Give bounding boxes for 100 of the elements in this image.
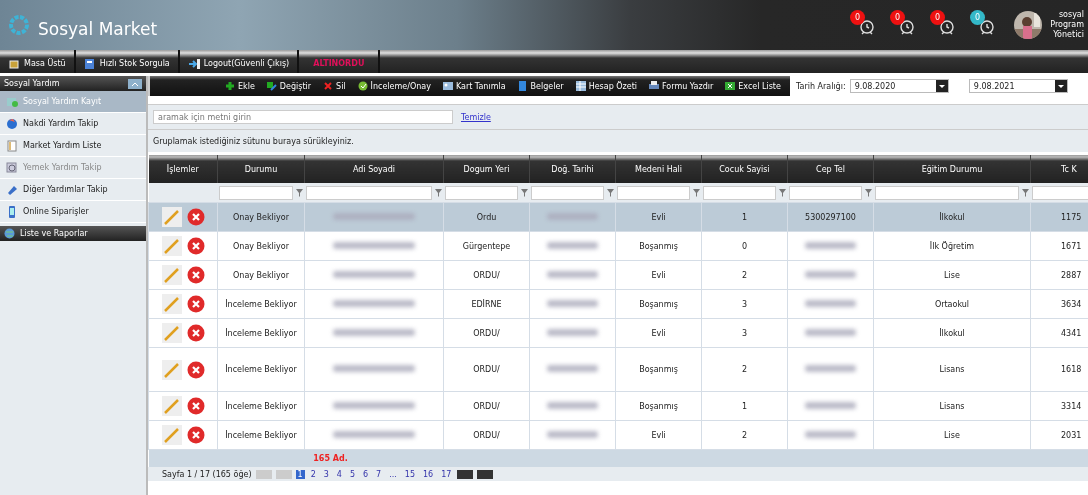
column-header[interactable]: Doğ. Tarihi <box>529 155 616 183</box>
filter-field[interactable] <box>218 185 293 200</box>
alarm-clock-icon[interactable] <box>978 18 996 36</box>
edit-button[interactable] <box>161 359 182 380</box>
toolbar-button[interactable]: Değiştir <box>261 81 317 91</box>
table-row[interactable]: İnceleme Bekliyor ORDU/ Evli 3 İlkokul 4341 <box>148 318 1088 348</box>
edit-button[interactable] <box>161 265 182 285</box>
table-cell: ORDU/ <box>443 318 530 348</box>
menu-item[interactable]: Masa Üstü <box>0 50 76 73</box>
column-header[interactable]: Cep Tel <box>787 155 874 183</box>
table-cell: Evli <box>615 318 702 348</box>
toolbar-button[interactable]: Ekle <box>220 81 260 91</box>
page-link[interactable]: 17 <box>439 469 454 479</box>
table-row[interactable]: Onay Bekliyor ORDU/ Evli 2 Lise 2887 <box>148 260 1088 290</box>
column-header[interactable]: Eğitim Durumu <box>873 155 1031 183</box>
logo-icon <box>8 14 30 36</box>
redacted-text <box>805 365 856 372</box>
table-cell: 3314 <box>1030 391 1088 421</box>
toolbar-button[interactable]: İnceleme/Onay <box>352 81 436 91</box>
toolbar-button[interactable]: Sil <box>318 81 351 91</box>
nav-item[interactable]: Market Yardım Liste <box>23 141 102 150</box>
edit-button[interactable] <box>161 207 182 227</box>
toolbar-button[interactable]: Hesap Özeti <box>570 81 643 91</box>
next-page-button[interactable] <box>457 469 474 479</box>
table-row[interactable]: İnceleme Bekliyor ORDU/ Evli 2 Lise 2031 <box>148 420 1088 450</box>
delete-button[interactable] <box>186 360 205 379</box>
table-cell: Lise <box>873 420 1031 450</box>
filter-field[interactable] <box>305 185 432 200</box>
page-link[interactable]: 15 <box>402 469 417 479</box>
delete-button[interactable] <box>186 266 205 284</box>
filter-field[interactable] <box>788 185 862 200</box>
table-cell: İlkokul <box>873 202 1031 232</box>
column-header[interactable]: Tc K <box>1030 155 1088 183</box>
column-header[interactable]: Dogum Yeri <box>443 155 530 183</box>
column-header[interactable]: Durumu <box>217 155 305 183</box>
menu-item[interactable]: Hızlı Stok Sorgula <box>75 50 180 73</box>
delete-button[interactable] <box>186 295 205 313</box>
date-field[interactable]: 9.08.2020 <box>849 79 949 93</box>
page-link[interactable]: 5 <box>347 469 357 479</box>
filter-field[interactable] <box>874 185 1019 200</box>
toolbar-button[interactable]: Kart Tanımla <box>437 81 511 91</box>
redacted-text <box>547 241 598 249</box>
date-field[interactable]: 9.08.2021 <box>968 79 1068 93</box>
nav-item[interactable]: Diğer Yardımlar Takip <box>23 185 108 194</box>
page-link[interactable]: 4 <box>334 469 344 479</box>
table-row[interactable]: Onay Bekliyor Ordu Evli 1 5300297100 İlkokul 1175 <box>148 202 1088 232</box>
nav-item[interactable]: Nakdi Yardım Takip <box>23 119 99 128</box>
delete-button[interactable] <box>186 426 205 444</box>
edit-button[interactable] <box>161 396 182 416</box>
table-cell: 3 <box>701 289 788 319</box>
search-field[interactable]: aramak için metni girin <box>153 110 453 124</box>
page-link[interactable]: 6 <box>361 469 371 479</box>
edit-button[interactable] <box>161 236 182 256</box>
table-row[interactable]: İnceleme Bekliyor ORDU/ Boşanmış 2 Lisans 1618 <box>148 347 1088 392</box>
caret-icon[interactable] <box>1057 82 1065 90</box>
clear-link[interactable]: Temizle <box>461 112 491 122</box>
table-cell: 3 <box>701 318 788 348</box>
nav-item[interactable]: Online Siparişler <box>23 207 89 216</box>
delete-button[interactable] <box>186 324 205 342</box>
column-header[interactable]: Cocuk Sayisi <box>701 155 788 183</box>
page-link[interactable]: 1 <box>295 469 305 479</box>
page-link[interactable]: ... <box>387 469 399 479</box>
phone-icon <box>6 205 18 218</box>
column-header[interactable]: Adi Soyadi <box>304 155 444 183</box>
last-page-button[interactable] <box>477 469 494 479</box>
column-header[interactable]: Medeni Hali <box>615 155 702 183</box>
edit-button[interactable] <box>161 323 182 343</box>
alarm-clock-icon[interactable] <box>898 18 916 36</box>
edit-button[interactable] <box>161 294 182 314</box>
close-icon <box>323 81 334 91</box>
page-link[interactable]: 2 <box>308 469 318 479</box>
menu-item[interactable]: Logout(Güvenli Çıkış) <box>179 50 300 73</box>
edit-button[interactable] <box>161 425 182 445</box>
column-header[interactable]: İşlemler <box>148 155 218 183</box>
alarm-clock-icon[interactable] <box>938 18 956 36</box>
toolbar-button[interactable]: Formu Yazdır <box>644 81 719 91</box>
table-cell: Onay Bekliyor <box>217 202 305 232</box>
collapse-icon[interactable] <box>128 78 142 89</box>
page-link[interactable]: 7 <box>374 469 384 479</box>
filter-field[interactable] <box>444 185 518 200</box>
page-link[interactable]: 16 <box>421 469 436 479</box>
filter-field[interactable] <box>530 185 604 200</box>
filter-field[interactable] <box>616 185 690 200</box>
toolbar-button[interactable]: Belgeler <box>512 81 569 91</box>
page-link[interactable]: 3 <box>321 469 331 479</box>
table-row[interactable]: İnceleme Bekliyor ORDU/ Boşanmış 1 Lisans 3314 <box>148 391 1088 421</box>
caret-icon[interactable] <box>937 82 946 90</box>
table-cell: EDİRNE <box>443 289 530 319</box>
table-row[interactable]: İnceleme Bekliyor EDİRNE Boşanmış 3 Ortaokul 3634 <box>148 289 1088 319</box>
delete-button[interactable] <box>186 208 205 226</box>
delete-button[interactable] <box>186 397 205 415</box>
section-header[interactable]: Liste ve Raporlar <box>0 226 146 241</box>
toolbar-button[interactable]: Excel Liste <box>720 81 786 91</box>
table-row[interactable]: Onay Bekliyor Gürgentepe Boşanmış 0 İlk Öğretim 1671 <box>148 231 1088 261</box>
alarm-clock-icon[interactable] <box>858 18 876 36</box>
filter-field[interactable] <box>1031 185 1088 200</box>
redacted-text <box>547 299 598 307</box>
delete-button[interactable] <box>186 237 205 255</box>
filter-field[interactable] <box>702 185 776 200</box>
coin-icon <box>6 117 18 130</box>
